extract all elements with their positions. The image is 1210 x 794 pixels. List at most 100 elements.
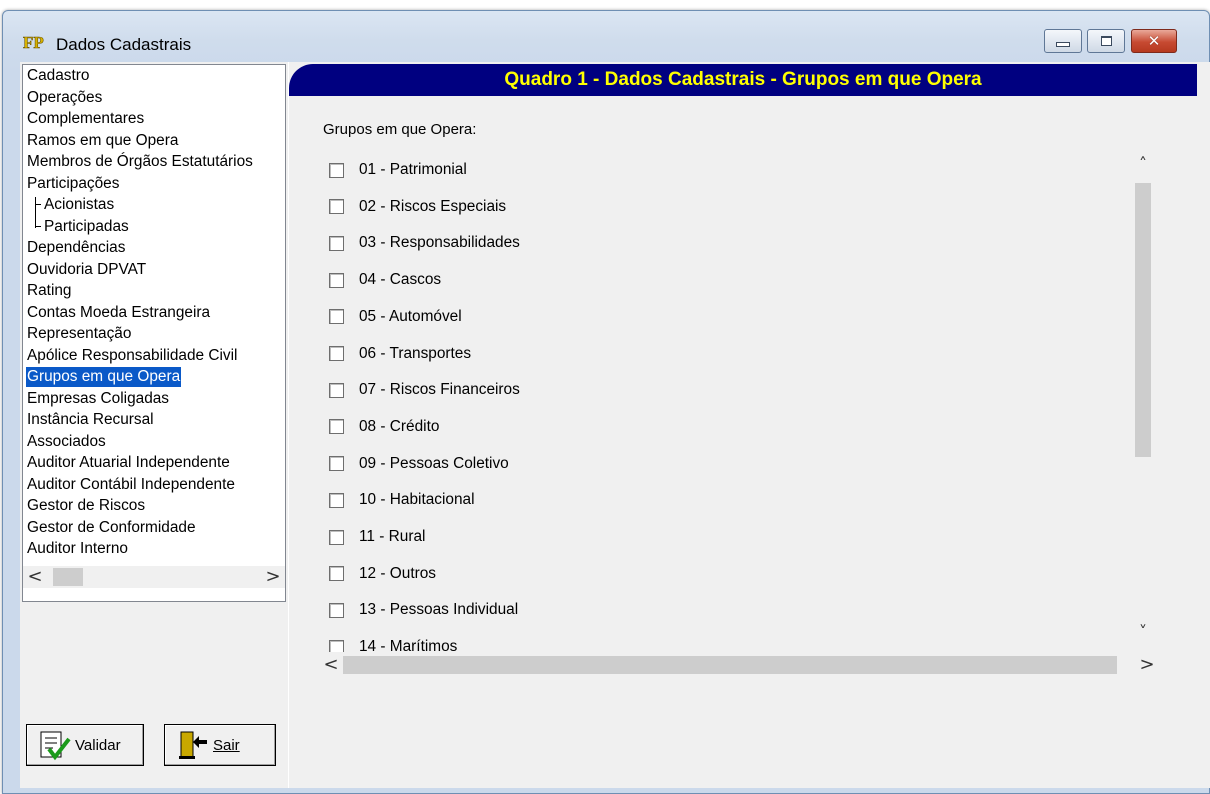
group-checkbox-item[interactable]: 13 - Pessoas Individual — [329, 599, 518, 621]
group-checkbox-item[interactable]: 07 - Riscos Financeiros — [329, 379, 520, 401]
nav-item[interactable]: Instância Recursal — [26, 410, 155, 430]
nav-item[interactable]: Representação — [26, 324, 132, 344]
group-checkbox-item[interactable]: 11 - Rural — [329, 526, 425, 548]
group-label: 03 - Responsabilidades — [359, 234, 520, 252]
nav-item[interactable]: Grupos em que Opera — [26, 367, 182, 387]
nav-item[interactable]: Auditor Interno — [26, 539, 129, 559]
group-label: 06 - Transportes — [359, 344, 472, 362]
scroll-down-icon[interactable]: ˅ — [1129, 622, 1157, 646]
nav-item[interactable]: Dependências — [26, 238, 126, 258]
scroll-right-icon[interactable]: > — [1135, 654, 1159, 676]
group-checkbox-item[interactable]: 14 - Marítimos — [329, 636, 457, 652]
navigation-tree[interactable]: Cadastro Operações Complementares Ramos em … — [22, 64, 286, 602]
group-checkbox-item[interactable]: 08 - Crédito — [329, 416, 439, 438]
group-label: 13 - Pessoas Individual — [359, 601, 519, 619]
sair-button-label: Sair — [213, 736, 240, 754]
title-bar[interactable]: FP Dados Cadastrais ✕ — [3, 11, 1209, 65]
checkbox[interactable] — [329, 419, 344, 435]
scroll-thumb[interactable] — [53, 568, 83, 586]
group-checkbox-item[interactable]: 05 - Automóvel — [329, 306, 462, 328]
svg-text:FP: FP — [23, 33, 44, 51]
nav-item[interactable]: Participadas — [43, 217, 130, 237]
group-label: 08 - Crédito — [359, 417, 440, 435]
nav-item[interactable]: Ramos em que Opera — [26, 131, 179, 151]
nav-item[interactable]: Rating — [26, 281, 73, 301]
nav-item[interactable]: Gestor de Riscos — [26, 496, 146, 516]
checkbox[interactable] — [329, 492, 344, 508]
nav-item[interactable]: Empresas Coligadas — [26, 389, 170, 409]
tree-connector — [35, 204, 41, 205]
group-checkbox-item[interactable]: 02 - Riscos Especiais — [329, 196, 506, 218]
groups-checkbox-list[interactable]: 01 - Patrimonial 02 - Riscos Especiais 03 … — [319, 150, 1174, 652]
group-label: 07 - Riscos Financeiros — [359, 381, 520, 399]
tree-connector — [35, 226, 41, 227]
nav-item[interactable]: Associados — [26, 432, 107, 452]
nav-item[interactable]: Operações — [26, 88, 103, 108]
nav-item[interactable]: Auditor Contábil Independente — [26, 475, 236, 495]
group-checkbox-item[interactable]: 03 - Responsabilidades — [329, 232, 520, 254]
checkbox[interactable] — [329, 346, 344, 361]
checkbox[interactable] — [329, 162, 344, 178]
validar-button[interactable]: Validar — [26, 724, 144, 766]
checkbox[interactable] — [329, 382, 344, 398]
group-checkbox-item[interactable]: 01 - Patrimonial — [329, 159, 467, 181]
nav-horizontal-scrollbar[interactable]: < > — [23, 566, 285, 588]
nav-item[interactable]: Apólice Responsabilidade Civil — [26, 346, 238, 366]
sair-button[interactable]: Sair — [164, 724, 276, 766]
nav-item[interactable]: Acionistas — [43, 195, 115, 215]
minimize-icon — [1056, 41, 1070, 47]
checkbox[interactable] — [329, 529, 344, 545]
nav-item[interactable]: Ouvidoria DPVAT — [26, 260, 147, 280]
group-label: 02 - Riscos Especiais — [359, 197, 507, 215]
checkbox[interactable] — [329, 639, 344, 652]
checkbox[interactable] — [329, 602, 344, 618]
group-checkbox-item[interactable]: 04 - Cascos — [329, 269, 441, 291]
group-label: 04 - Cascos — [359, 271, 442, 289]
group-checkbox-item[interactable]: 06 - Transportes — [329, 343, 471, 365]
section-label: Grupos em que Opera: — [323, 121, 477, 138]
group-label: 11 - Rural — [359, 528, 426, 545]
nav-item[interactable]: Contas Moeda Estrangeira — [26, 303, 211, 323]
maximize-button[interactable] — [1087, 29, 1125, 53]
panel-header: Quadro 1 - Dados Cadastrais - Grupos em … — [289, 64, 1197, 96]
group-checkbox-item[interactable]: 10 - Habitacional — [329, 489, 475, 511]
checkbox[interactable] — [329, 235, 344, 251]
checkbox[interactable] — [329, 456, 344, 472]
group-checkbox-item[interactable]: 09 - Pessoas Coletivo — [329, 453, 509, 475]
fp-logo-icon: FP — [23, 33, 44, 51]
nav-item[interactable]: Cadastro — [26, 66, 90, 86]
checkbox[interactable] — [329, 272, 344, 288]
tree-connector — [35, 197, 36, 228]
group-label: 09 - Pessoas Coletivo — [359, 454, 509, 472]
exit-door-icon — [179, 731, 207, 759]
close-button[interactable]: ✕ — [1131, 29, 1177, 53]
nav-item[interactable]: Complementares — [26, 109, 145, 129]
checkbox[interactable] — [329, 199, 344, 215]
client-area: Cadastro Operações Complementares Ramos em … — [20, 62, 1210, 788]
groups-vertical-scrollbar[interactable]: ˄ ˅ — [1129, 150, 1157, 648]
minimize-button[interactable] — [1044, 29, 1082, 53]
maximize-icon — [1100, 36, 1112, 46]
group-label: 10 - Habitacional — [359, 491, 475, 509]
nav-item[interactable]: Participações — [26, 174, 120, 194]
nav-item[interactable]: Gestor de Conformidade — [26, 518, 197, 538]
nav-item[interactable]: Auditor Atuarial Independente — [26, 453, 231, 473]
group-checkbox-item[interactable]: 12 - Outros — [329, 563, 436, 585]
checkbox[interactable] — [329, 309, 344, 325]
group-label: 05 - Automóvel — [359, 307, 462, 325]
scroll-thumb[interactable] — [1135, 183, 1151, 457]
window-title: Dados Cadastrais — [56, 35, 192, 54]
scroll-right-icon[interactable]: > — [261, 566, 285, 588]
checkbox[interactable] — [329, 566, 344, 582]
validate-checklist-icon — [40, 731, 71, 761]
groups-horizontal-scrollbar[interactable]: < > — [319, 654, 1159, 676]
group-label: 12 - Outros — [359, 564, 436, 582]
scroll-left-icon[interactable]: < — [319, 654, 343, 676]
scroll-up-icon[interactable]: ˄ — [1129, 154, 1157, 178]
nav-item[interactable]: Membros de Órgãos Estatutários — [26, 152, 254, 172]
main-panel: Quadro 1 - Dados Cadastrais - Grupos em … — [288, 62, 1210, 788]
scroll-left-icon[interactable]: < — [23, 566, 47, 588]
validar-button-label: Validar — [75, 736, 121, 754]
close-icon: ✕ — [1147, 32, 1161, 50]
scroll-thumb[interactable] — [343, 656, 1117, 674]
